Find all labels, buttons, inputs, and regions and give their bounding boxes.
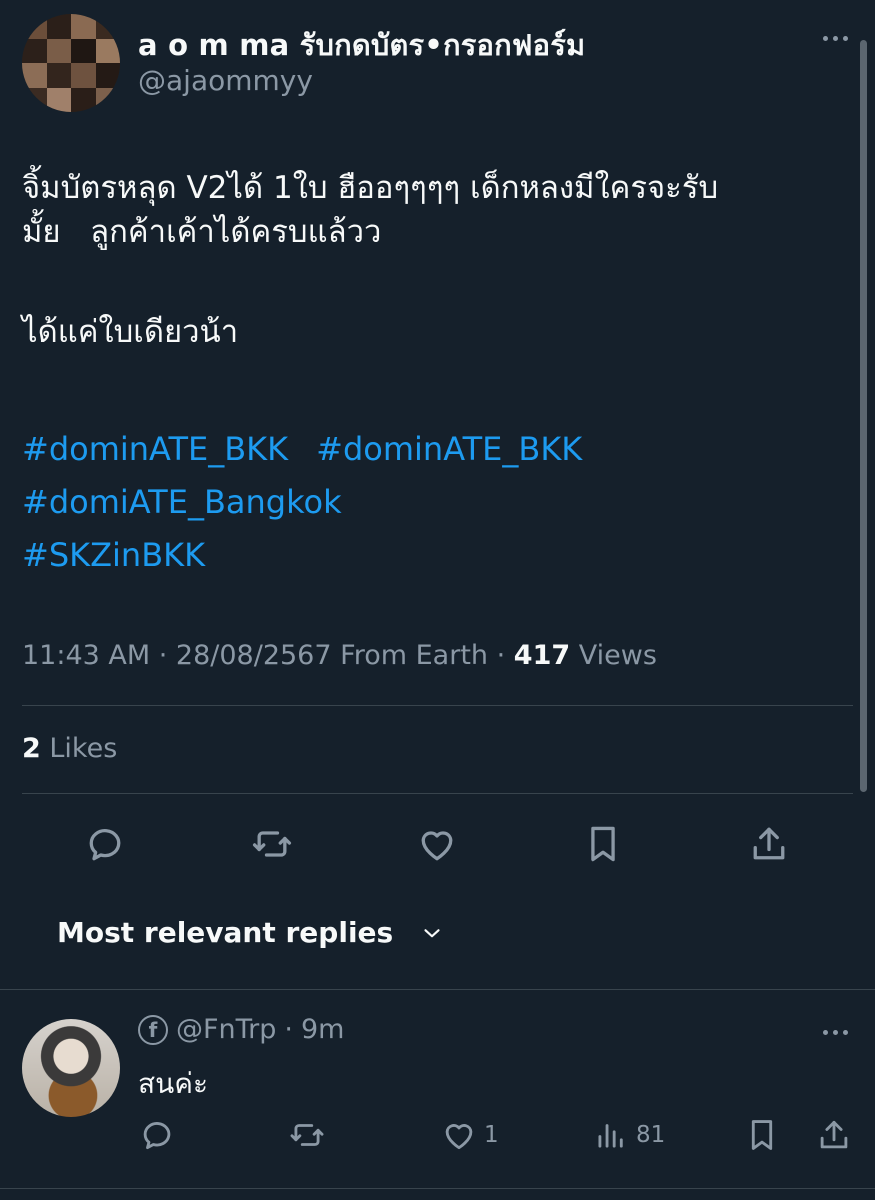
post-text-line bbox=[22, 254, 852, 298]
more-icon[interactable] bbox=[815, 1022, 855, 1042]
share-icon[interactable] bbox=[815, 1113, 853, 1157]
post-text: จิ้มบัตรหลุด V2ได้ 1ใบ ฮืออๆๆๆๆ เด็กหลงม… bbox=[22, 166, 852, 354]
repost-icon[interactable] bbox=[288, 1113, 326, 1157]
hashtag-link[interactable]: #dominATE_BKK bbox=[316, 430, 582, 468]
share-icon[interactable] bbox=[743, 818, 795, 870]
divider bbox=[0, 1188, 875, 1189]
views-icon bbox=[598, 1124, 623, 1148]
reply-like-count: 1 bbox=[484, 1122, 499, 1148]
post-hashtags: #dominATE_BKK #dominATE_BKK #domiATE_Bang… bbox=[22, 423, 852, 582]
hashtag-link[interactable]: #dominATE_BKK bbox=[22, 430, 288, 468]
views-count: 417 bbox=[513, 640, 571, 671]
post-text-line: มั้ย ลูกค้าเค้าได้ครบแล้วว bbox=[22, 214, 382, 250]
facebook-icon: f bbox=[138, 1014, 168, 1045]
likes-link[interactable]: 2 Likes bbox=[22, 733, 117, 764]
separator-dot: · bbox=[284, 1014, 293, 1045]
reply-icon[interactable] bbox=[138, 1113, 176, 1157]
like-button[interactable]: 1 bbox=[440, 1113, 499, 1157]
post-location: From Earth bbox=[340, 640, 489, 671]
bookmark-icon[interactable] bbox=[743, 1113, 781, 1157]
divider bbox=[22, 793, 853, 794]
post-time[interactable]: 11:43 AM bbox=[22, 640, 150, 671]
author-display-name[interactable]: a o m ma รับกดบัตร•กรอกฟอร์ม bbox=[138, 22, 585, 68]
bookmark-icon[interactable] bbox=[577, 818, 629, 870]
likes-label: Likes bbox=[49, 733, 118, 764]
divider bbox=[22, 705, 853, 706]
post-date[interactable]: 28/08/2567 bbox=[176, 640, 332, 671]
repost-icon[interactable] bbox=[246, 818, 298, 870]
reply-icon[interactable] bbox=[79, 818, 131, 870]
reply-text: สนค่ะ bbox=[138, 1067, 208, 1100]
author-handle[interactable]: @ajaommyy bbox=[138, 64, 313, 97]
more-icon[interactable] bbox=[815, 28, 855, 48]
post-meta: 11:43 AM · 28/08/2567 From Earth · 417 V… bbox=[22, 640, 657, 671]
reply-avatar[interactable] bbox=[22, 1019, 120, 1117]
author-avatar[interactable] bbox=[22, 14, 120, 112]
chevron-down-icon bbox=[424, 928, 440, 937]
heart-icon[interactable] bbox=[411, 818, 463, 870]
divider bbox=[0, 989, 875, 990]
reply-header: f @FnTrp · 9m bbox=[138, 1014, 344, 1045]
post-text-line: จิ้มบัตรหลุด V2ได้ 1ใบ ฮืออๆๆๆๆ เด็กหลงม… bbox=[22, 170, 719, 206]
reply-handle[interactable]: @FnTrp bbox=[176, 1014, 276, 1045]
post-text-line: ได้แค่ใบเดียวน้า bbox=[22, 314, 239, 350]
replies-sort-dropdown[interactable]: Most relevant replies bbox=[57, 916, 445, 949]
likes-count: 2 bbox=[22, 733, 41, 764]
views-button[interactable]: 81 bbox=[592, 1113, 665, 1157]
scrollbar[interactable] bbox=[860, 40, 867, 792]
hashtag-link[interactable]: #domiATE_Bangkok bbox=[22, 483, 342, 521]
views-label: Views bbox=[578, 640, 657, 671]
heart-icon bbox=[445, 1124, 473, 1150]
post-action-bar bbox=[0, 818, 875, 870]
reply-age[interactable]: 9m bbox=[301, 1014, 344, 1045]
replies-sort-label: Most relevant replies bbox=[57, 916, 394, 949]
reply-views-count: 81 bbox=[636, 1122, 666, 1148]
hashtag-link[interactable]: #SKZinBKK bbox=[22, 536, 205, 574]
